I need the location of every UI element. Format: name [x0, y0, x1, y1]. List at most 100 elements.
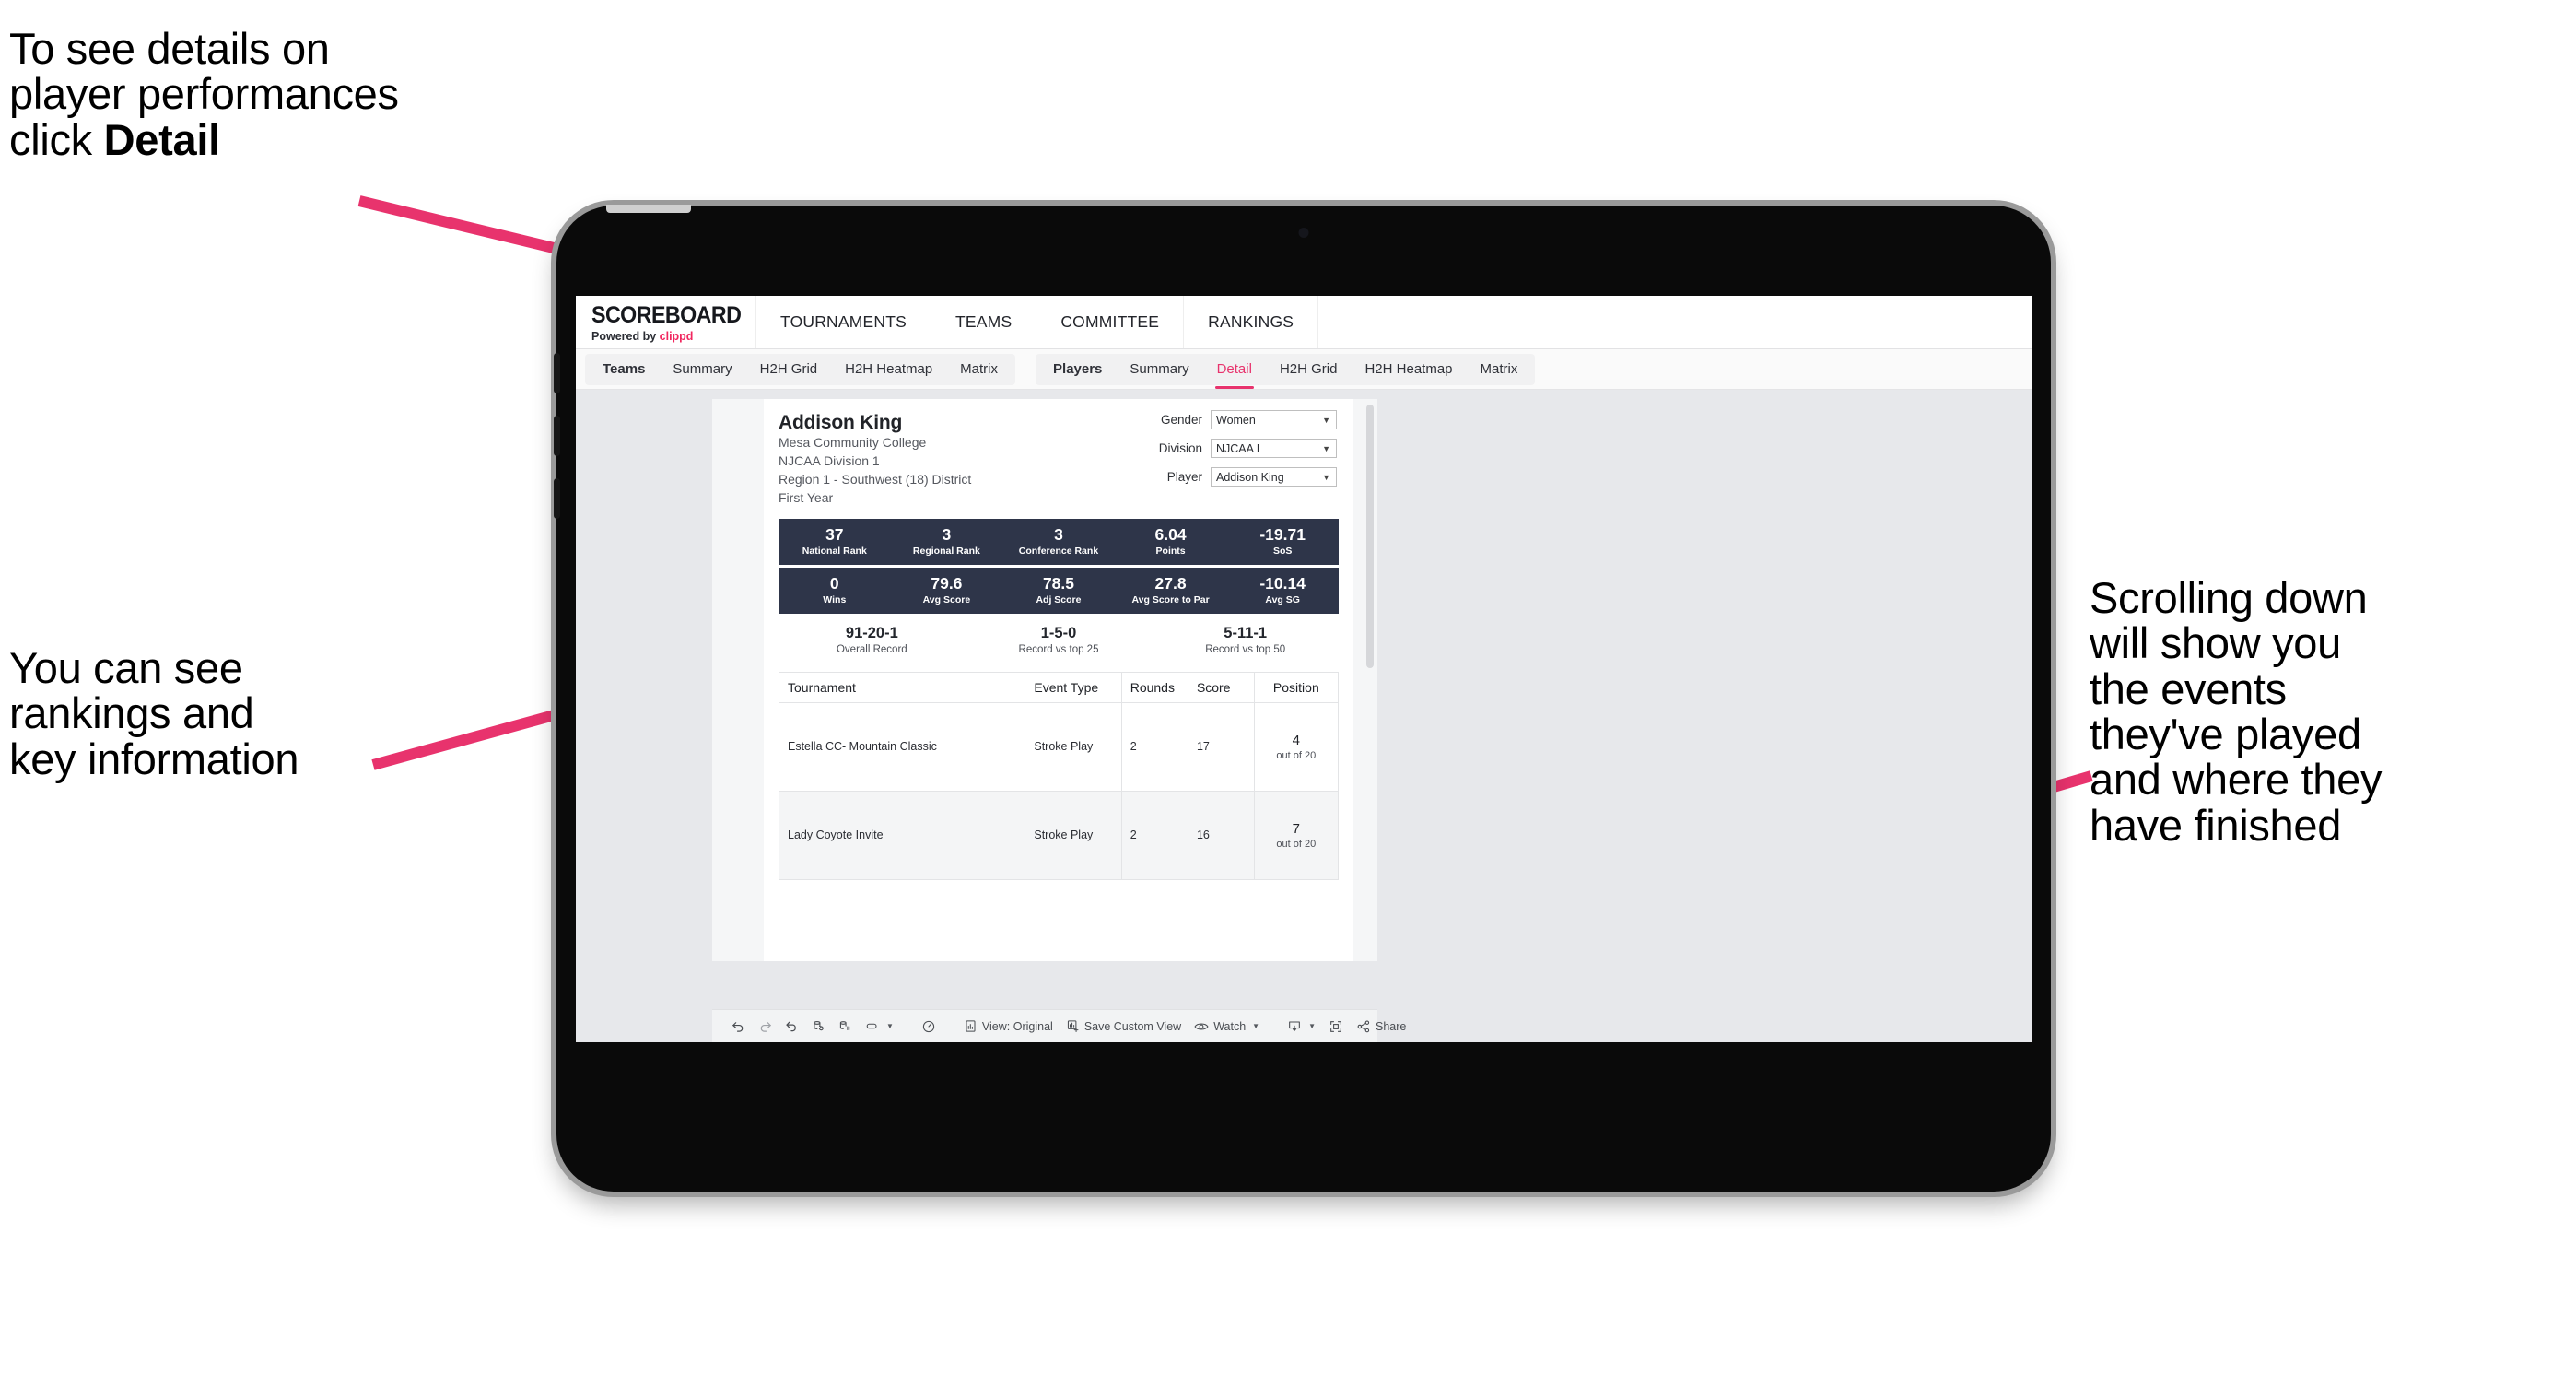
view-original-button[interactable]: View: Original — [957, 1015, 1060, 1039]
report-panel: Addison King Mesa Community College NJCA… — [764, 399, 1353, 961]
stat-avg-sg: -10.14 Avg SG — [1226, 575, 1339, 605]
share-label: Share — [1376, 1019, 1407, 1033]
save-custom-view-button[interactable]: Save Custom View — [1060, 1015, 1188, 1039]
stat-label: SoS — [1272, 545, 1293, 557]
events-table: Tournament Event Type Rounds Score Posit… — [778, 671, 1340, 880]
col-event-type[interactable]: Event Type — [1025, 671, 1122, 703]
stat-value: 78.5 — [1042, 574, 1075, 593]
tab-players-h2h-grid[interactable]: H2H Grid — [1266, 354, 1352, 385]
stat-label: Conference Rank — [1018, 545, 1099, 557]
filter-player-label: Player — [1166, 470, 1202, 484]
stat-label: National Rank — [802, 545, 867, 557]
nav-teams[interactable]: TEAMS — [931, 296, 1037, 348]
tablet-side-button-2[interactable] — [554, 416, 560, 456]
filter-gender-value: Women — [1216, 413, 1256, 427]
nav-rankings[interactable]: RANKINGS — [1184, 296, 1319, 348]
pause-data-button[interactable] — [832, 1015, 859, 1039]
tablet-antenna-slot — [606, 205, 691, 213]
col-position[interactable]: Position — [1253, 671, 1340, 703]
powered-prefix: Powered by — [591, 329, 660, 343]
filter-gender: Gender Women ▼ — [1129, 410, 1337, 429]
download-button[interactable]: ▼ — [1281, 1015, 1322, 1039]
cell-rounds: 2 — [1120, 701, 1188, 792]
stat-value: 27.8 — [1154, 574, 1187, 593]
tablet-screen: SCOREBOARD Powered by clippd TOURNAMENTS… — [576, 296, 2032, 1042]
stat-national-rank: 37 National Rank — [779, 525, 891, 557]
stat-value: 6.04 — [1154, 525, 1187, 545]
primary-nav: TOURNAMENTS TEAMS COMMITTEE RANKINGS — [756, 296, 1319, 348]
tablet-side-button-3[interactable] — [554, 478, 560, 519]
record-vs-top-50: 5-11-1 Record vs top 50 — [1152, 625, 1339, 655]
stat-regional-rank: 3 Regional Rank — [891, 525, 1003, 557]
clippd-name: clippd — [659, 329, 694, 343]
dashboard-canvas: Addison King Mesa Community College NJCA… — [576, 390, 2032, 1042]
tab-teams-h2h-heatmap[interactable]: H2H Heatmap — [831, 354, 946, 385]
watch-label: Watch — [1213, 1019, 1247, 1033]
tab-teams-matrix[interactable]: Matrix — [946, 354, 1012, 385]
tablet-device-frame: SCOREBOARD Powered by clippd TOURNAMENTS… — [554, 205, 2051, 1192]
cell-position: 4 out of 20 — [1253, 701, 1340, 792]
filter-gender-label: Gender — [1160, 413, 1202, 427]
filter-player-value: Addison King — [1216, 470, 1284, 484]
view-original-label: View: Original — [981, 1019, 1053, 1033]
app-header: SCOREBOARD Powered by clippd TOURNAMENTS… — [576, 296, 2032, 349]
stat-value: 3 — [942, 525, 952, 545]
pace-clock-icon[interactable] — [915, 1015, 943, 1039]
tab-players-matrix[interactable]: Matrix — [1467, 354, 1532, 385]
tab-players-detail[interactable]: Detail — [1203, 354, 1266, 389]
annotation-rankings-info: You can see rankings and key information — [9, 643, 299, 783]
stat-value: 37 — [825, 525, 844, 545]
tab-players[interactable]: Players — [1039, 354, 1116, 385]
nav-committee[interactable]: COMMITTEE — [1036, 296, 1185, 348]
sub-nav-group-players: Players Summary Detail H2H Grid H2H Heat… — [1036, 353, 1536, 389]
brand-logo[interactable]: SCOREBOARD Powered by clippd — [576, 296, 756, 348]
col-rounds[interactable]: Rounds — [1120, 671, 1188, 703]
filter-gender-select[interactable]: Women ▼ — [1211, 410, 1337, 429]
sub-nav-group-teams: Teams Summary H2H Grid H2H Heatmap Matri… — [585, 353, 1016, 385]
chevron-down-icon: ▼ — [1322, 443, 1330, 453]
position-value: 4 — [1292, 732, 1300, 748]
table-row[interactable]: Estella CC- Mountain Classic Stroke Play… — [778, 701, 1340, 792]
position-of-label: out of 20 — [1276, 749, 1317, 761]
watch-button[interactable]: Watch ▼ — [1188, 1015, 1266, 1039]
brand-powered-by: Powered by clippd — [591, 330, 755, 343]
undo-button[interactable] — [725, 1015, 752, 1039]
redo-button[interactable] — [752, 1015, 779, 1039]
stat-points: 6.04 Points — [1115, 525, 1227, 557]
vertical-scrollbar[interactable] — [1366, 405, 1374, 668]
refresh-data-button[interactable] — [805, 1015, 832, 1039]
cell-tournament: Estella CC- Mountain Classic — [778, 701, 1026, 792]
stat-conference-rank: 3 Conference Rank — [1002, 526, 1115, 557]
filter-division: Division NJCAA I ▼ — [1129, 439, 1337, 458]
share-button[interactable]: Share — [1350, 1015, 1412, 1039]
col-score[interactable]: Score — [1187, 671, 1255, 703]
stat-adj-score: 78.5 Adj Score — [1002, 575, 1115, 605]
highlight-button[interactable]: ▼ — [859, 1015, 900, 1039]
filter-division-label: Division — [1158, 441, 1202, 455]
table-row[interactable]: Lady Coyote Invite Stroke Play 2 16 7 ou… — [778, 790, 1340, 880]
tab-teams[interactable]: Teams — [589, 354, 659, 385]
nav-tournaments[interactable]: TOURNAMENTS — [756, 296, 932, 348]
tab-players-h2h-heatmap[interactable]: H2H Heatmap — [1351, 354, 1466, 385]
filter-player-select[interactable]: Addison King ▼ — [1211, 467, 1337, 487]
save-custom-view-label: Save Custom View — [1083, 1019, 1182, 1033]
fullscreen-button[interactable] — [1322, 1015, 1350, 1039]
tab-players-summary[interactable]: Summary — [1116, 354, 1202, 385]
tab-teams-summary[interactable]: Summary — [659, 354, 745, 385]
stat-label: Avg Score to Par — [1131, 593, 1210, 605]
revert-button[interactable] — [779, 1015, 805, 1039]
table-header-row: Tournament Event Type Rounds Score Posit… — [778, 671, 1340, 703]
tab-teams-h2h-grid[interactable]: H2H Grid — [746, 354, 832, 385]
tablet-side-button-1[interactable] — [554, 353, 560, 393]
record-value: 91-20-1 — [845, 624, 898, 641]
events-table-head: Tournament Event Type Rounds Score Posit… — [778, 671, 1340, 703]
stat-label: Adj Score — [1036, 593, 1082, 605]
stat-label: Avg SG — [1265, 593, 1300, 605]
stat-value: -10.14 — [1259, 574, 1306, 593]
col-tournament[interactable]: Tournament — [778, 671, 1026, 703]
filter-division-select[interactable]: NJCAA I ▼ — [1211, 439, 1337, 458]
dashboard-sheet: Addison King Mesa Community College NJCA… — [712, 399, 1377, 961]
stat-wins: 0 Wins — [779, 575, 891, 605]
stat-value: -19.71 — [1259, 525, 1306, 545]
filter-player: Player Addison King ▼ — [1129, 467, 1337, 487]
